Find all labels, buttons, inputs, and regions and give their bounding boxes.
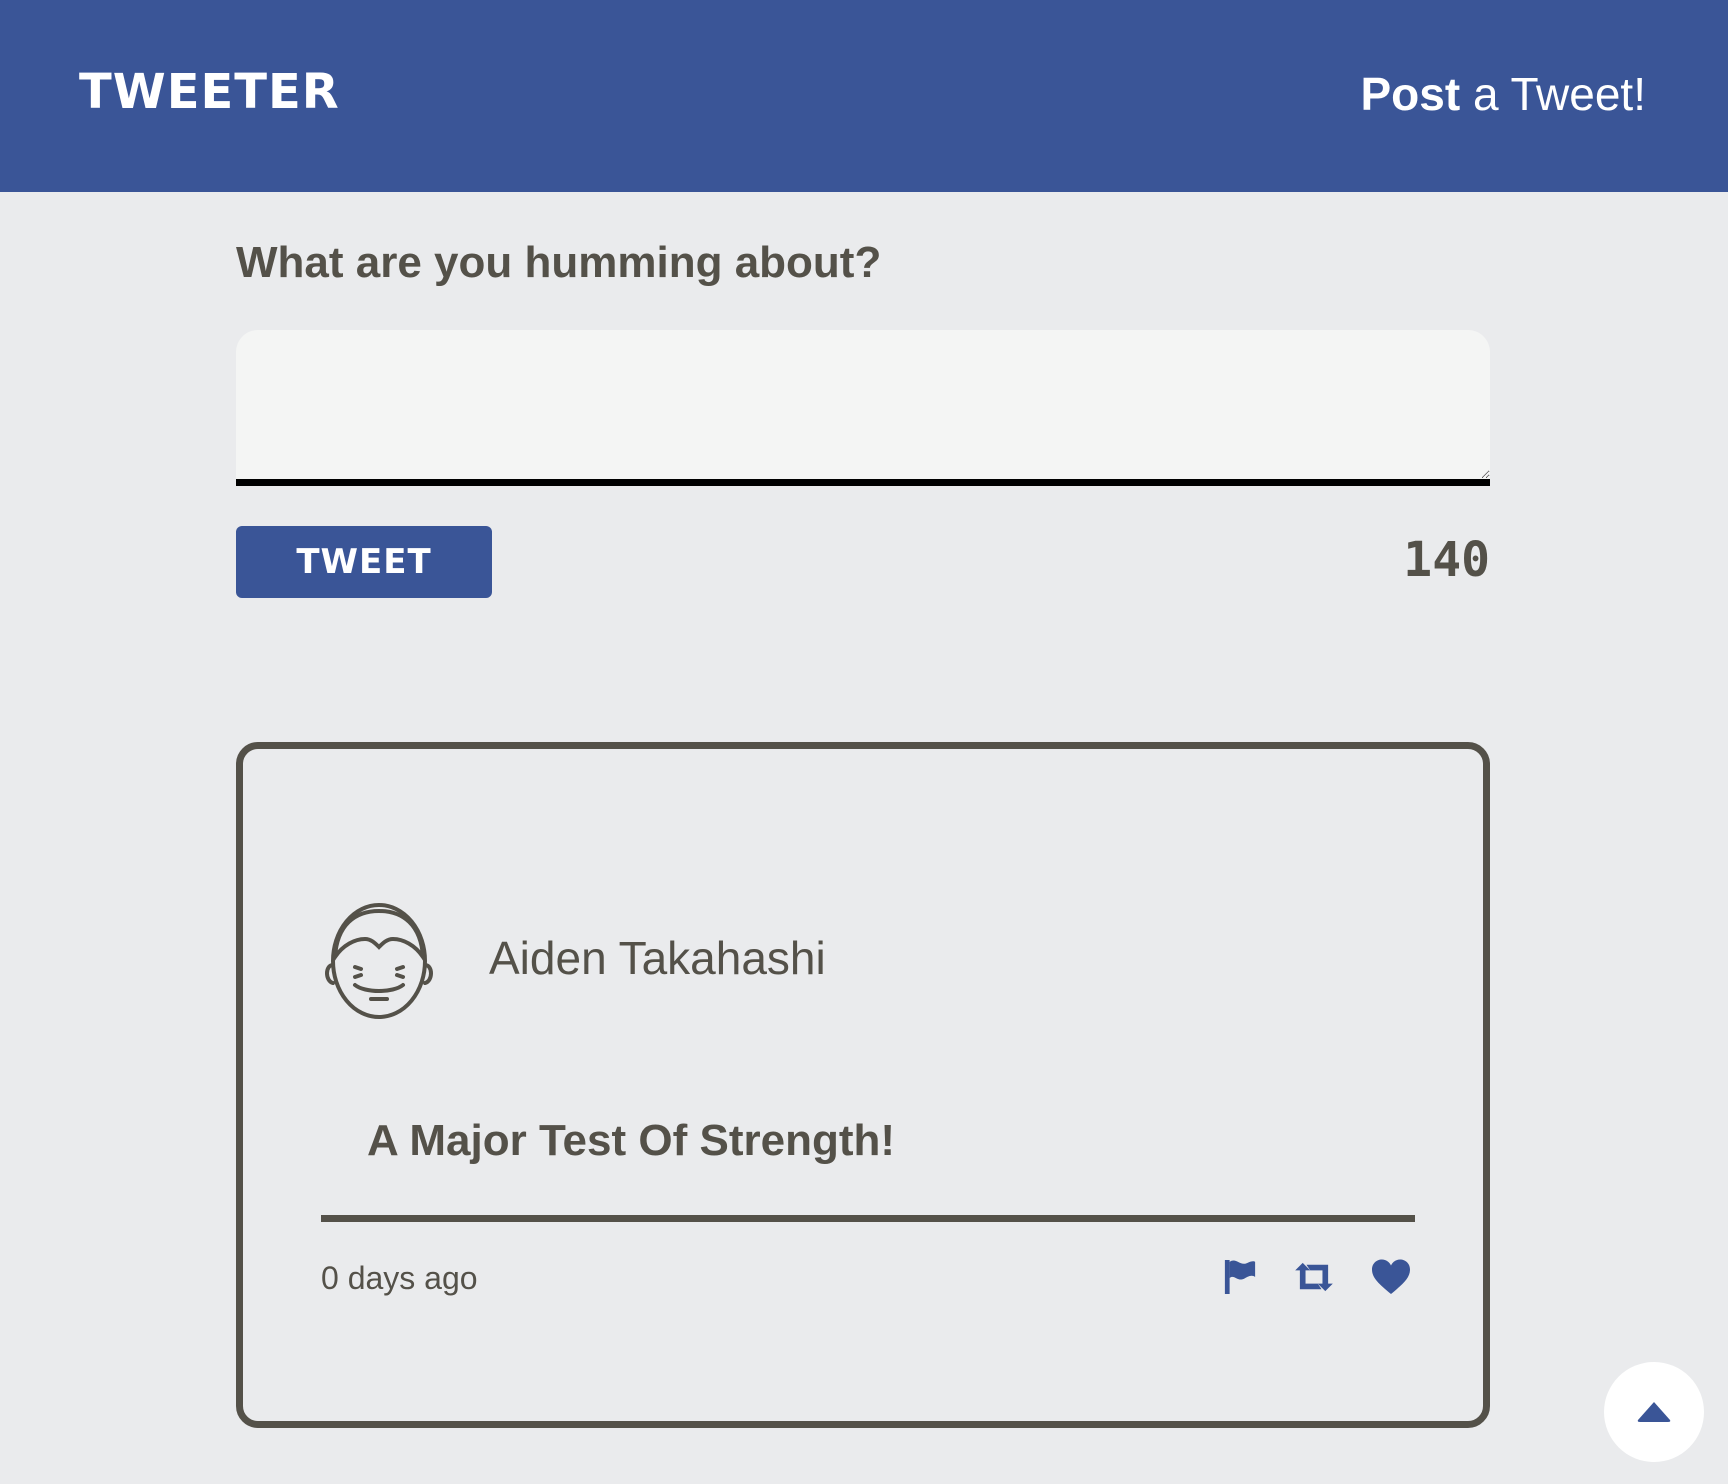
tweet-card: Aiden Takahashi A Major Test Of Strength… [236,742,1490,1428]
composer-heading: What are you humming about? [236,238,882,287]
caret-up-icon [1637,1402,1671,1422]
tweet-submit-button[interactable]: TWEET [236,526,492,598]
brand-logo[interactable]: TWEETER [79,62,340,122]
tweet-content: A Major Test Of Strength! [367,1116,895,1165]
compose-toggle-link[interactable]: Post a Tweet! [1360,64,1646,124]
tweet-author: Aiden Takahashi [489,932,826,984]
tweet-textarea[interactable] [236,330,1490,486]
retweet-icon[interactable] [1293,1261,1335,1293]
heart-icon[interactable] [1371,1259,1411,1295]
avatar [321,895,437,1021]
char-counter: 140 [1403,532,1490,588]
tweet-timestamp: 0 days ago [321,1260,478,1296]
tweet-actions [1223,1255,1411,1299]
face-avatar-icon [325,903,433,1019]
compose-link-text: a Tweet! [1460,68,1646,120]
navbar: TWEETER Post a Tweet! [0,0,1728,192]
tweet-divider [321,1215,1415,1222]
scroll-to-top-button[interactable] [1604,1362,1704,1462]
compose-link-bold: Post [1360,68,1461,120]
flag-icon[interactable] [1223,1258,1257,1296]
